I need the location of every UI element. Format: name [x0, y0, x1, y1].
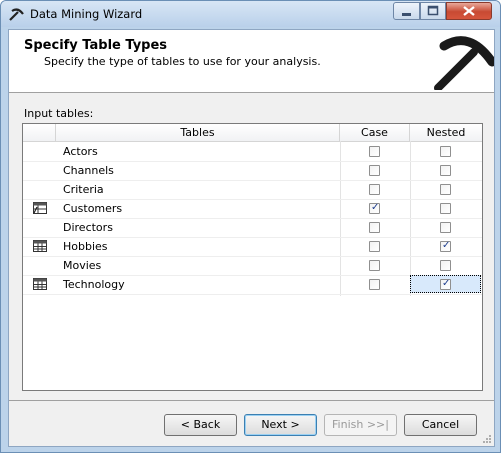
table-row[interactable]: Movies — [23, 256, 482, 276]
check-mark-icon: ✓ — [442, 278, 451, 289]
next-button[interactable]: Next > — [244, 414, 317, 436]
table-name: Criteria — [63, 183, 104, 196]
nested-checkbox[interactable]: ✓ — [440, 278, 451, 290]
table-row[interactable]: Customers ✓ — [23, 199, 482, 219]
nested-checkbox[interactable] — [440, 222, 451, 233]
wizard-client: Specify Table Types Specify the type of … — [8, 29, 495, 447]
table-row[interactable]: Criteria — [23, 180, 482, 200]
cancel-button[interactable]: Cancel — [404, 414, 477, 436]
table-row[interactable]: Channels — [23, 161, 482, 181]
close-icon — [463, 6, 475, 16]
case-checkbox[interactable] — [369, 241, 380, 252]
minimize-icon — [402, 13, 411, 16]
case-checkbox[interactable] — [369, 222, 380, 233]
nested-checkbox[interactable] — [440, 203, 451, 214]
wizard-header: Specify Table Types Specify the type of … — [9, 30, 494, 93]
maximize-button[interactable] — [420, 2, 446, 20]
table-name: Actors — [63, 145, 98, 158]
check-mark-icon: ✓ — [371, 202, 380, 213]
check-mark-icon: ✓ — [442, 240, 451, 251]
window-title: Data Mining Wizard — [30, 7, 143, 21]
nested-table-icon — [33, 278, 47, 290]
footer-divider — [9, 400, 494, 401]
close-button[interactable] — [446, 2, 492, 20]
case-checkbox[interactable] — [369, 260, 380, 271]
column-header-icon[interactable] — [23, 124, 56, 141]
minimize-button[interactable] — [393, 2, 420, 20]
maximize-icon — [427, 5, 439, 16]
nested-checkbox[interactable] — [440, 146, 451, 157]
page-subtitle: Specify the type of tables to use for yo… — [44, 55, 321, 68]
wizard-window: Data Mining Wizard Specify Table Types S… — [0, 0, 501, 453]
nested-checkbox[interactable] — [440, 165, 451, 176]
table-row[interactable]: Directors — [23, 218, 482, 238]
case-checkbox[interactable] — [369, 279, 380, 290]
resize-grip-icon[interactable] — [482, 434, 492, 444]
case-table-icon — [33, 202, 47, 214]
table-row[interactable]: Technology ✓ — [23, 275, 482, 295]
table-row[interactable]: Actors — [23, 142, 482, 162]
table-row[interactable]: Hobbies ✓ — [23, 237, 482, 257]
nested-checkbox[interactable]: ✓ — [440, 240, 451, 252]
table-name: Customers — [63, 202, 123, 215]
case-checkbox[interactable] — [369, 146, 380, 157]
table-name: Technology — [63, 278, 125, 291]
table-name: Hobbies — [63, 240, 108, 253]
case-checkbox[interactable]: ✓ — [369, 202, 380, 214]
page-title: Specify Table Types — [24, 38, 168, 53]
title-bar[interactable]: Data Mining Wizard — [1, 1, 500, 27]
back-button[interactable]: < Back — [164, 414, 237, 436]
pickaxe-icon — [9, 8, 24, 21]
case-checkbox[interactable] — [369, 165, 380, 176]
column-header-case[interactable]: Case — [340, 124, 410, 141]
nested-checkbox[interactable] — [440, 184, 451, 195]
nested-table-icon — [33, 240, 47, 252]
input-tables-label: Input tables: — [24, 107, 94, 120]
nested-checkbox[interactable] — [440, 260, 451, 271]
tables-grid[interactable]: Tables Case Nested Actors Channels Crite… — [22, 123, 483, 391]
finish-button: Finish >>| — [324, 414, 397, 436]
column-header-tables[interactable]: Tables — [56, 124, 340, 141]
grid-header: Tables Case Nested — [23, 124, 482, 142]
column-header-nested[interactable]: Nested — [410, 124, 482, 141]
table-name: Directors — [63, 221, 113, 234]
table-name: Channels — [63, 164, 114, 177]
pickaxe-logo-icon — [434, 36, 494, 90]
case-checkbox[interactable] — [369, 184, 380, 195]
table-name: Movies — [63, 259, 102, 272]
